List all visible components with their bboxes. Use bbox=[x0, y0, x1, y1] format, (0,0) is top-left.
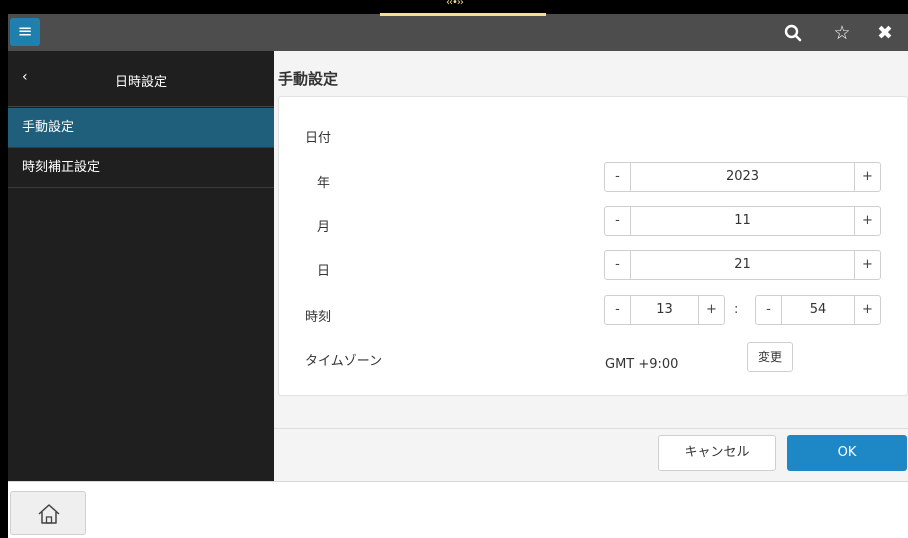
month-value[interactable]: 11 bbox=[631, 207, 854, 235]
hour-decrement-button[interactable]: - bbox=[605, 296, 631, 324]
sidebar-title: 日時設定 bbox=[114, 75, 167, 90]
close-button[interactable]: ✖ bbox=[870, 19, 900, 47]
home-icon bbox=[38, 504, 60, 524]
drag-handle-grip: ‹‹•›› bbox=[446, 0, 464, 8]
date-section-label: 日付 bbox=[305, 131, 332, 146]
main-panel: 手動設定 日付 年 - 2023 + 月 - 11 + 日 - 21 + 時刻 … bbox=[274, 51, 908, 481]
footer-divider bbox=[274, 428, 908, 429]
hour-value[interactable]: 13 bbox=[631, 296, 698, 324]
menu-button[interactable]: ≡ bbox=[10, 18, 40, 46]
month-decrement-button[interactable]: - bbox=[605, 207, 631, 235]
sidebar: ‹ 日時設定 手動設定 時刻補正設定 bbox=[8, 51, 274, 481]
page-title: 手動設定 bbox=[278, 70, 339, 88]
sidebar-item-label: 時刻補正設定 bbox=[22, 160, 101, 175]
home-button[interactable] bbox=[10, 491, 86, 535]
bottom-bar bbox=[8, 481, 908, 538]
screen: ≡ ☆ ✖ ‹ 日時設定 手動設定 時刻補正設定 手動設定 日付 年 - 202… bbox=[8, 14, 908, 538]
year-value[interactable]: 2023 bbox=[631, 163, 854, 191]
favorite-button[interactable]: ☆ bbox=[827, 19, 857, 47]
month-stepper: - 11 + bbox=[604, 206, 881, 236]
time-label: 時刻 bbox=[305, 310, 332, 325]
minute-increment-button[interactable]: + bbox=[854, 296, 880, 324]
drag-handle-line bbox=[380, 13, 546, 16]
day-value[interactable]: 21 bbox=[631, 251, 854, 279]
sidebar-item-time-correction[interactable]: 時刻補正設定 bbox=[8, 148, 274, 188]
hour-stepper: - 13 + bbox=[604, 295, 725, 325]
day-label: 日 bbox=[317, 264, 331, 279]
hour-increment-button[interactable]: + bbox=[698, 296, 724, 324]
cancel-button[interactable]: キャンセル bbox=[658, 435, 776, 471]
year-increment-button[interactable]: + bbox=[854, 163, 880, 191]
settings-card: 日付 年 - 2023 + 月 - 11 + 日 - 21 + 時刻 - 13 … bbox=[278, 96, 908, 396]
ok-button[interactable]: OK bbox=[787, 435, 907, 471]
sidebar-item-label: 手動設定 bbox=[22, 120, 75, 135]
star-icon: ☆ bbox=[833, 22, 851, 44]
timezone-label: タイムゾーン bbox=[305, 354, 383, 369]
hamburger-menu-icon: ≡ bbox=[17, 21, 33, 42]
year-stepper: - 2023 + bbox=[604, 162, 881, 192]
day-decrement-button[interactable]: - bbox=[605, 251, 631, 279]
day-stepper: - 21 + bbox=[604, 250, 881, 280]
minute-decrement-button[interactable]: - bbox=[756, 296, 782, 324]
top-bar: ≡ ☆ ✖ bbox=[8, 14, 908, 51]
sidebar-header: ‹ 日時設定 bbox=[8, 51, 274, 107]
minute-stepper: - 54 + bbox=[755, 295, 881, 325]
close-icon: ✖ bbox=[877, 22, 893, 44]
timezone-change-button[interactable]: 変更 bbox=[747, 342, 793, 372]
search-icon bbox=[784, 24, 802, 42]
time-separator: : bbox=[734, 302, 739, 317]
year-label: 年 bbox=[317, 176, 331, 191]
month-increment-button[interactable]: + bbox=[854, 207, 880, 235]
drag-handle[interactable]: ‹‹•›› bbox=[380, 0, 546, 16]
search-button[interactable] bbox=[778, 19, 808, 47]
timezone-value: GMT +9:00 bbox=[605, 357, 679, 372]
sidebar-item-manual-setting[interactable]: 手動設定 bbox=[8, 108, 274, 148]
minute-value[interactable]: 54 bbox=[782, 296, 854, 324]
month-label: 月 bbox=[317, 220, 331, 235]
year-decrement-button[interactable]: - bbox=[605, 163, 631, 191]
device-frame: ≡ ☆ ✖ ‹ 日時設定 手動設定 時刻補正設定 手動設定 日付 年 - 202… bbox=[0, 0, 908, 538]
day-increment-button[interactable]: + bbox=[854, 251, 880, 279]
